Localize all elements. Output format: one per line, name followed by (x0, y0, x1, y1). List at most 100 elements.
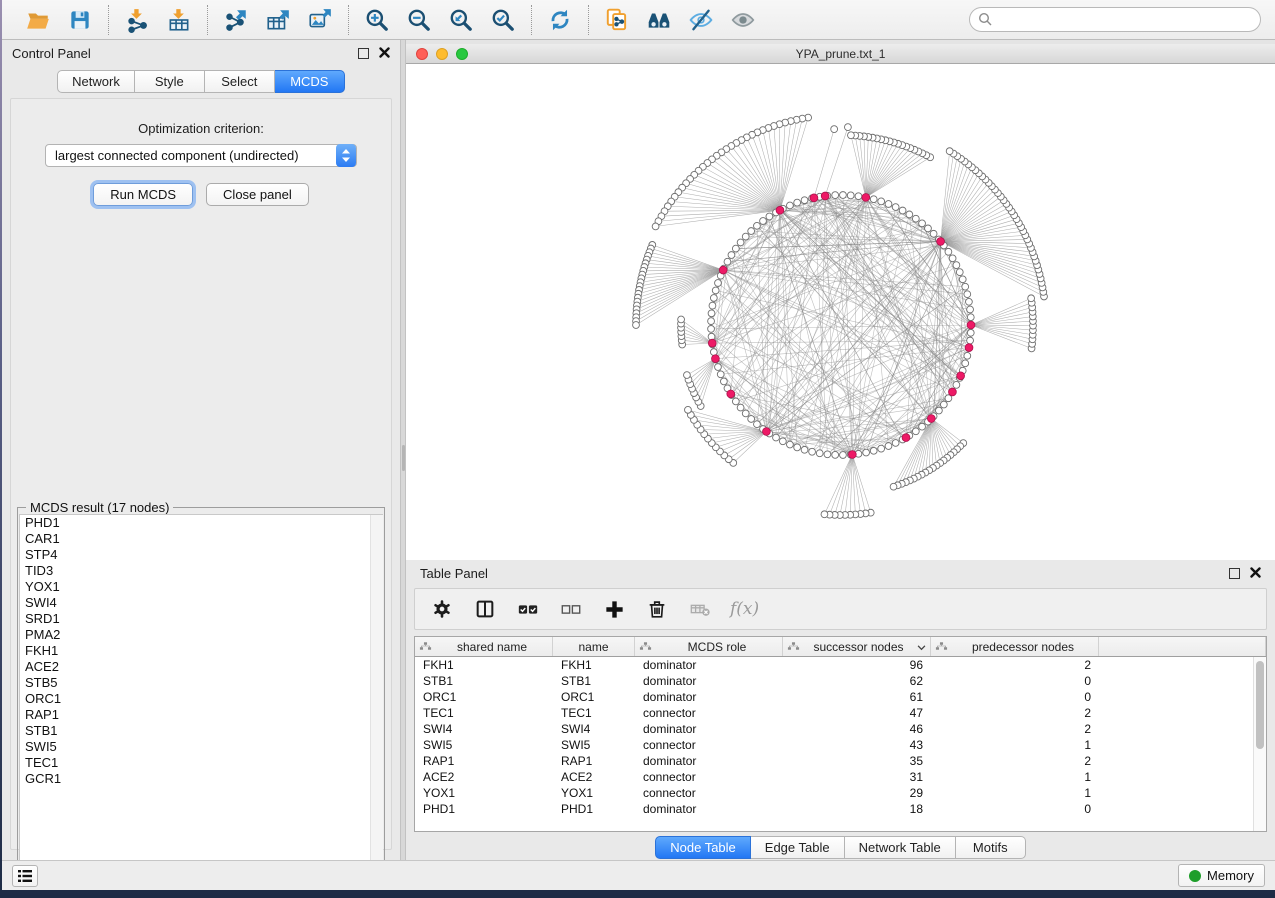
mcds-result-item[interactable]: RAP1 (20, 707, 382, 723)
table-cell[interactable]: ORC1 (415, 689, 553, 705)
network-node[interactable] (949, 255, 956, 262)
close-panel-icon[interactable] (379, 46, 390, 61)
column-header-name[interactable]: name (553, 637, 635, 656)
table-cell[interactable]: 29 (783, 785, 931, 801)
network-node[interactable] (953, 381, 960, 388)
memory-button[interactable]: Memory (1178, 864, 1265, 887)
mcds-result-item[interactable]: STB5 (20, 675, 382, 691)
mcds-result-item[interactable]: FKH1 (20, 643, 382, 659)
network-node[interactable] (940, 401, 947, 408)
export-table-icon[interactable] (264, 6, 292, 34)
network-node[interactable] (878, 198, 885, 205)
table-cell[interactable]: connector (635, 769, 783, 785)
overview-binoculars-icon[interactable] (645, 6, 673, 34)
network-node-dominator[interactable] (848, 451, 856, 459)
network-node[interactable] (892, 440, 899, 447)
network-node[interactable] (964, 291, 971, 298)
network-graph[interactable] (406, 64, 1275, 559)
table-cell[interactable]: FKH1 (553, 657, 635, 673)
table-cell[interactable]: 0 (931, 689, 1099, 705)
show-columns-icon[interactable] (472, 596, 498, 622)
table-row[interactable]: PHD1PHD1dominator180 (415, 801, 1266, 817)
tab-style[interactable]: Style (135, 70, 205, 93)
network-node[interactable] (732, 245, 739, 252)
table-cell[interactable]: ACE2 (553, 769, 635, 785)
network-node[interactable] (906, 211, 913, 218)
table-cell[interactable]: 62 (783, 673, 931, 689)
network-node[interactable] (959, 276, 966, 283)
network-node[interactable] (930, 230, 937, 237)
open-folder-icon[interactable] (24, 6, 52, 34)
table-cell[interactable]: FKH1 (415, 657, 553, 673)
network-node-dominator[interactable] (862, 193, 870, 201)
export-image-icon[interactable] (306, 6, 334, 34)
network-node[interactable] (935, 407, 942, 414)
network-node[interactable] (847, 192, 854, 199)
network-node[interactable] (742, 410, 749, 417)
mcds-result-item[interactable]: YOX1 (20, 579, 382, 595)
network-node-dominator[interactable] (949, 388, 957, 396)
table-cell[interactable]: 18 (783, 801, 931, 817)
network-node[interactable] (925, 225, 932, 232)
table-cell[interactable]: 2 (931, 753, 1099, 769)
network-node[interactable] (824, 451, 831, 458)
splitter-grip[interactable] (402, 445, 405, 471)
table-cell[interactable]: 2 (931, 657, 1099, 673)
tab-network-table[interactable]: Network Table (845, 836, 956, 859)
network-node[interactable] (737, 404, 744, 411)
table-cell[interactable]: PHD1 (415, 801, 553, 817)
network-node[interactable] (919, 220, 926, 227)
table-settings-icon[interactable] (429, 596, 455, 622)
hide-selected-icon[interactable] (687, 6, 715, 34)
network-node[interactable] (964, 352, 971, 359)
network-node-dominator[interactable] (902, 434, 910, 442)
network-node[interactable] (787, 441, 794, 448)
network-node[interactable] (709, 302, 716, 309)
network-window-titlebar[interactable]: YPA_prune.txt_1 (406, 44, 1275, 64)
network-node-dominator[interactable] (763, 428, 771, 436)
table-cell[interactable]: 1 (931, 737, 1099, 753)
table-cell[interactable]: 0 (931, 801, 1099, 817)
export-network-icon[interactable] (222, 6, 250, 34)
table-cell[interactable]: 35 (783, 753, 931, 769)
table-cell[interactable]: 2 (931, 721, 1099, 737)
zoom-in-icon[interactable] (363, 6, 391, 34)
network-node[interactable] (715, 364, 722, 371)
network-node-dominator[interactable] (712, 355, 720, 363)
table-row[interactable]: YOX1YOX1connector291 (415, 785, 1266, 801)
table-cell[interactable]: 2 (931, 705, 1099, 721)
network-node[interactable] (912, 428, 919, 435)
network-node[interactable] (742, 233, 749, 240)
network-node[interactable] (892, 204, 899, 211)
network-node[interactable] (754, 421, 761, 428)
tab-select[interactable]: Select (205, 70, 275, 93)
table-cell[interactable]: connector (635, 785, 783, 801)
tab-network[interactable]: Network (57, 70, 135, 93)
table-cell[interactable]: dominator (635, 689, 783, 705)
table-cell[interactable]: STB1 (553, 673, 635, 689)
table-row[interactable]: ORC1ORC1dominator610 (415, 689, 1266, 705)
column-header-shared-name[interactable]: shared name (415, 637, 553, 656)
table-cell[interactable]: YOX1 (415, 785, 553, 801)
table-cell[interactable]: dominator (635, 673, 783, 689)
mcds-result-item[interactable]: GCR1 (20, 771, 382, 787)
network-node[interactable] (870, 196, 877, 203)
network-node[interactable] (652, 223, 659, 230)
delete-columns-icon[interactable] (644, 596, 670, 622)
import-network-icon[interactable] (123, 6, 151, 34)
network-node[interactable] (816, 450, 823, 457)
network-node[interactable] (684, 372, 691, 379)
network-node-dominator[interactable] (821, 192, 829, 200)
network-node[interactable] (845, 124, 852, 131)
network-node[interactable] (728, 252, 735, 259)
network-node[interactable] (779, 438, 786, 445)
zoom-selected-icon[interactable] (489, 6, 517, 34)
network-node[interactable] (962, 360, 969, 367)
table-row[interactable]: SWI5SWI5connector431 (415, 737, 1266, 753)
network-node[interactable] (832, 451, 839, 458)
table-cell[interactable]: RAP1 (553, 753, 635, 769)
table-cell[interactable]: connector (635, 737, 783, 753)
network-node[interactable] (945, 248, 952, 255)
column-header-MCDS-role[interactable]: MCDS role (635, 637, 783, 656)
select-all-rows-icon[interactable] (515, 596, 541, 622)
